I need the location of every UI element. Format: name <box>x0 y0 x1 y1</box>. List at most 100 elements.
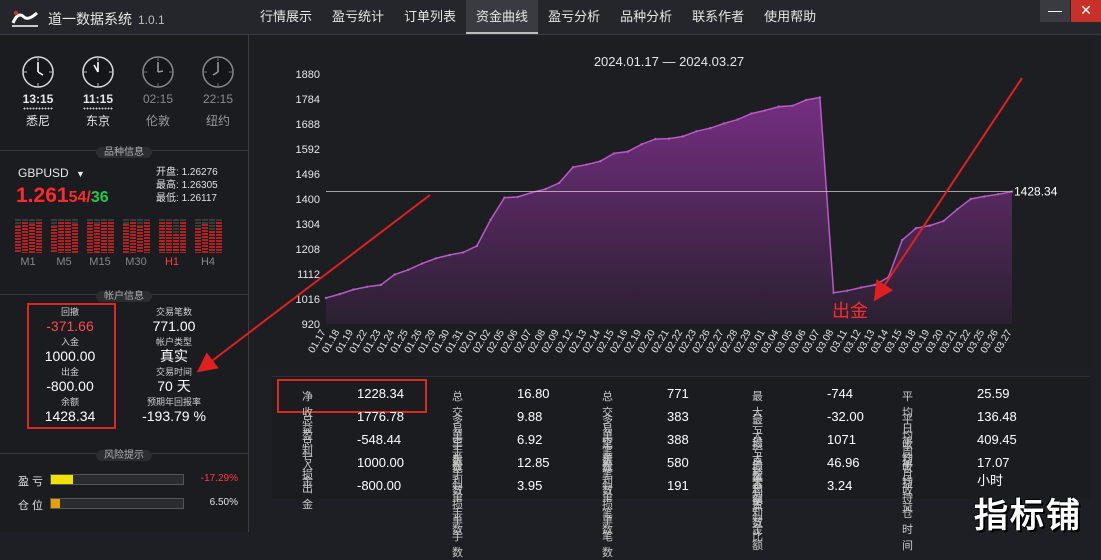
timeframe-h1[interactable]: H1 <box>158 219 186 268</box>
data-point <box>983 195 986 198</box>
data-point <box>338 292 341 296</box>
strength-bar <box>57 219 64 253</box>
menu-contact[interactable]: 联系作者 <box>682 0 754 34</box>
y-tick-label: 1592 <box>296 144 320 156</box>
minimize-button[interactable]: — <box>1040 0 1070 22</box>
data-point <box>324 296 328 300</box>
data-point <box>955 208 959 211</box>
annotation-text: 出金 <box>832 301 868 322</box>
timeframe-m15[interactable]: M15 <box>86 219 114 268</box>
data-point <box>407 268 410 271</box>
price-main: 1.261 <box>16 184 69 207</box>
account-pullback: 回撤 -371.66 <box>46 307 94 334</box>
app-logo <box>11 10 38 27</box>
data-point <box>750 112 753 115</box>
timeframe-label: M1 <box>20 256 36 268</box>
clock-time: 13:15 <box>22 92 54 106</box>
data-point <box>805 98 808 102</box>
clock-time: 02:15 <box>142 92 174 106</box>
menu-symbol-analysis[interactable]: 品种分析 <box>610 0 682 34</box>
clock-icon <box>82 56 114 88</box>
data-point <box>489 218 492 221</box>
data-point <box>873 283 876 287</box>
menu-help[interactable]: 使用帮助 <box>754 0 826 34</box>
clock-icon <box>202 56 234 88</box>
menu-pnl-stats[interactable]: 盈亏统计 <box>322 0 394 34</box>
low-row: 最低: 1.26117 <box>156 193 217 204</box>
app-title: 道一数据系统 1.0.1 <box>48 11 165 27</box>
menu-market[interactable]: 行情展示 <box>250 0 322 34</box>
timeframe-h4[interactable]: H4 <box>194 219 222 268</box>
timeframe-label: M30 <box>125 256 147 268</box>
ohl-values: 开盘: 1.26276 最高: 1.26305 最低: 1.26117 <box>156 166 218 205</box>
account-trades: 交易笔数 771.00 <box>152 307 196 334</box>
symbol-select[interactable]: GBPUSD ▼ <box>18 166 85 180</box>
data-point <box>777 105 780 108</box>
strength-bar <box>158 219 165 253</box>
highlight-box <box>277 379 427 413</box>
clock-city: 伦敦 <box>145 114 170 128</box>
strength-bar <box>179 219 186 253</box>
price-bid: 54 <box>68 189 87 206</box>
risk-pos-fill <box>51 499 60 508</box>
data-point <box>475 244 479 248</box>
y-tick-label: 1208 <box>296 244 320 256</box>
timeframe-m1[interactable]: M1 <box>14 219 42 268</box>
menu-pnl-analysis[interactable]: 盈亏分析 <box>538 0 610 34</box>
strength-bar <box>136 219 143 253</box>
y-tick-label: 1784 <box>296 94 320 106</box>
menu-equity-curve[interactable]: 资金曲线 <box>466 0 539 34</box>
strength-bar <box>143 219 150 253</box>
data-point <box>722 122 726 125</box>
data-point <box>516 195 520 199</box>
data-point <box>736 118 739 121</box>
data-point <box>448 253 451 257</box>
clock-newyork: 22:15 纽约 <box>198 55 238 129</box>
data-point <box>928 224 931 227</box>
clock-icon <box>22 56 54 88</box>
y-tick-label: 1112 <box>297 269 320 281</box>
risk-pnl-value: -17.29% <box>200 473 238 484</box>
risk-position: 仓 位 6.50% <box>18 497 238 513</box>
account-time: 交易时间 70 天 <box>155 367 192 394</box>
data-point <box>544 187 547 191</box>
data-point <box>681 135 684 138</box>
data-point <box>503 196 506 199</box>
section-account-info: 帐户信息 <box>0 287 248 302</box>
data-point <box>585 163 588 166</box>
section-symbol-info: 品种信息 <box>0 143 248 158</box>
timeframe-label: H4 <box>200 256 216 268</box>
data-point <box>626 150 629 153</box>
strength-bar <box>165 219 172 253</box>
strength-bar <box>194 219 201 253</box>
strength-bar <box>208 219 215 253</box>
clock-city: 悉尼 <box>25 114 50 128</box>
strength-bar <box>21 219 28 253</box>
risk-pnl: 盈 亏 -17.29% <box>18 473 238 489</box>
account-annual-return: 预期年回报率 -193.79 % <box>142 397 206 424</box>
strength-bar <box>71 219 78 253</box>
data-point <box>709 127 712 130</box>
watermark: 指标铺 <box>974 497 1082 535</box>
account-withdraw: 出金 -800.00 <box>46 367 94 394</box>
timeframe-m5[interactable]: M5 <box>50 219 78 268</box>
menu-order-list[interactable]: 订单列表 <box>394 0 466 34</box>
data-point <box>846 289 849 292</box>
last-value-label: 1428.34 <box>1014 185 1058 199</box>
timeframe-label: H1 <box>164 256 180 268</box>
strength-bar <box>107 219 114 253</box>
strength-bar <box>35 219 42 253</box>
data-point <box>612 152 616 155</box>
y-tick-label: 1400 <box>296 194 320 206</box>
data-point <box>695 130 698 133</box>
timeframe-m30[interactable]: M30 <box>122 219 150 268</box>
close-button[interactable]: ✕ <box>1071 0 1101 22</box>
data-point <box>462 251 465 254</box>
strength-bar <box>14 219 21 253</box>
data-point <box>599 160 602 163</box>
strength-bar <box>122 219 129 253</box>
chevron-down-icon: ▼ <box>76 169 85 179</box>
data-point <box>434 257 437 260</box>
data-point <box>942 219 945 223</box>
data-point <box>654 137 657 141</box>
